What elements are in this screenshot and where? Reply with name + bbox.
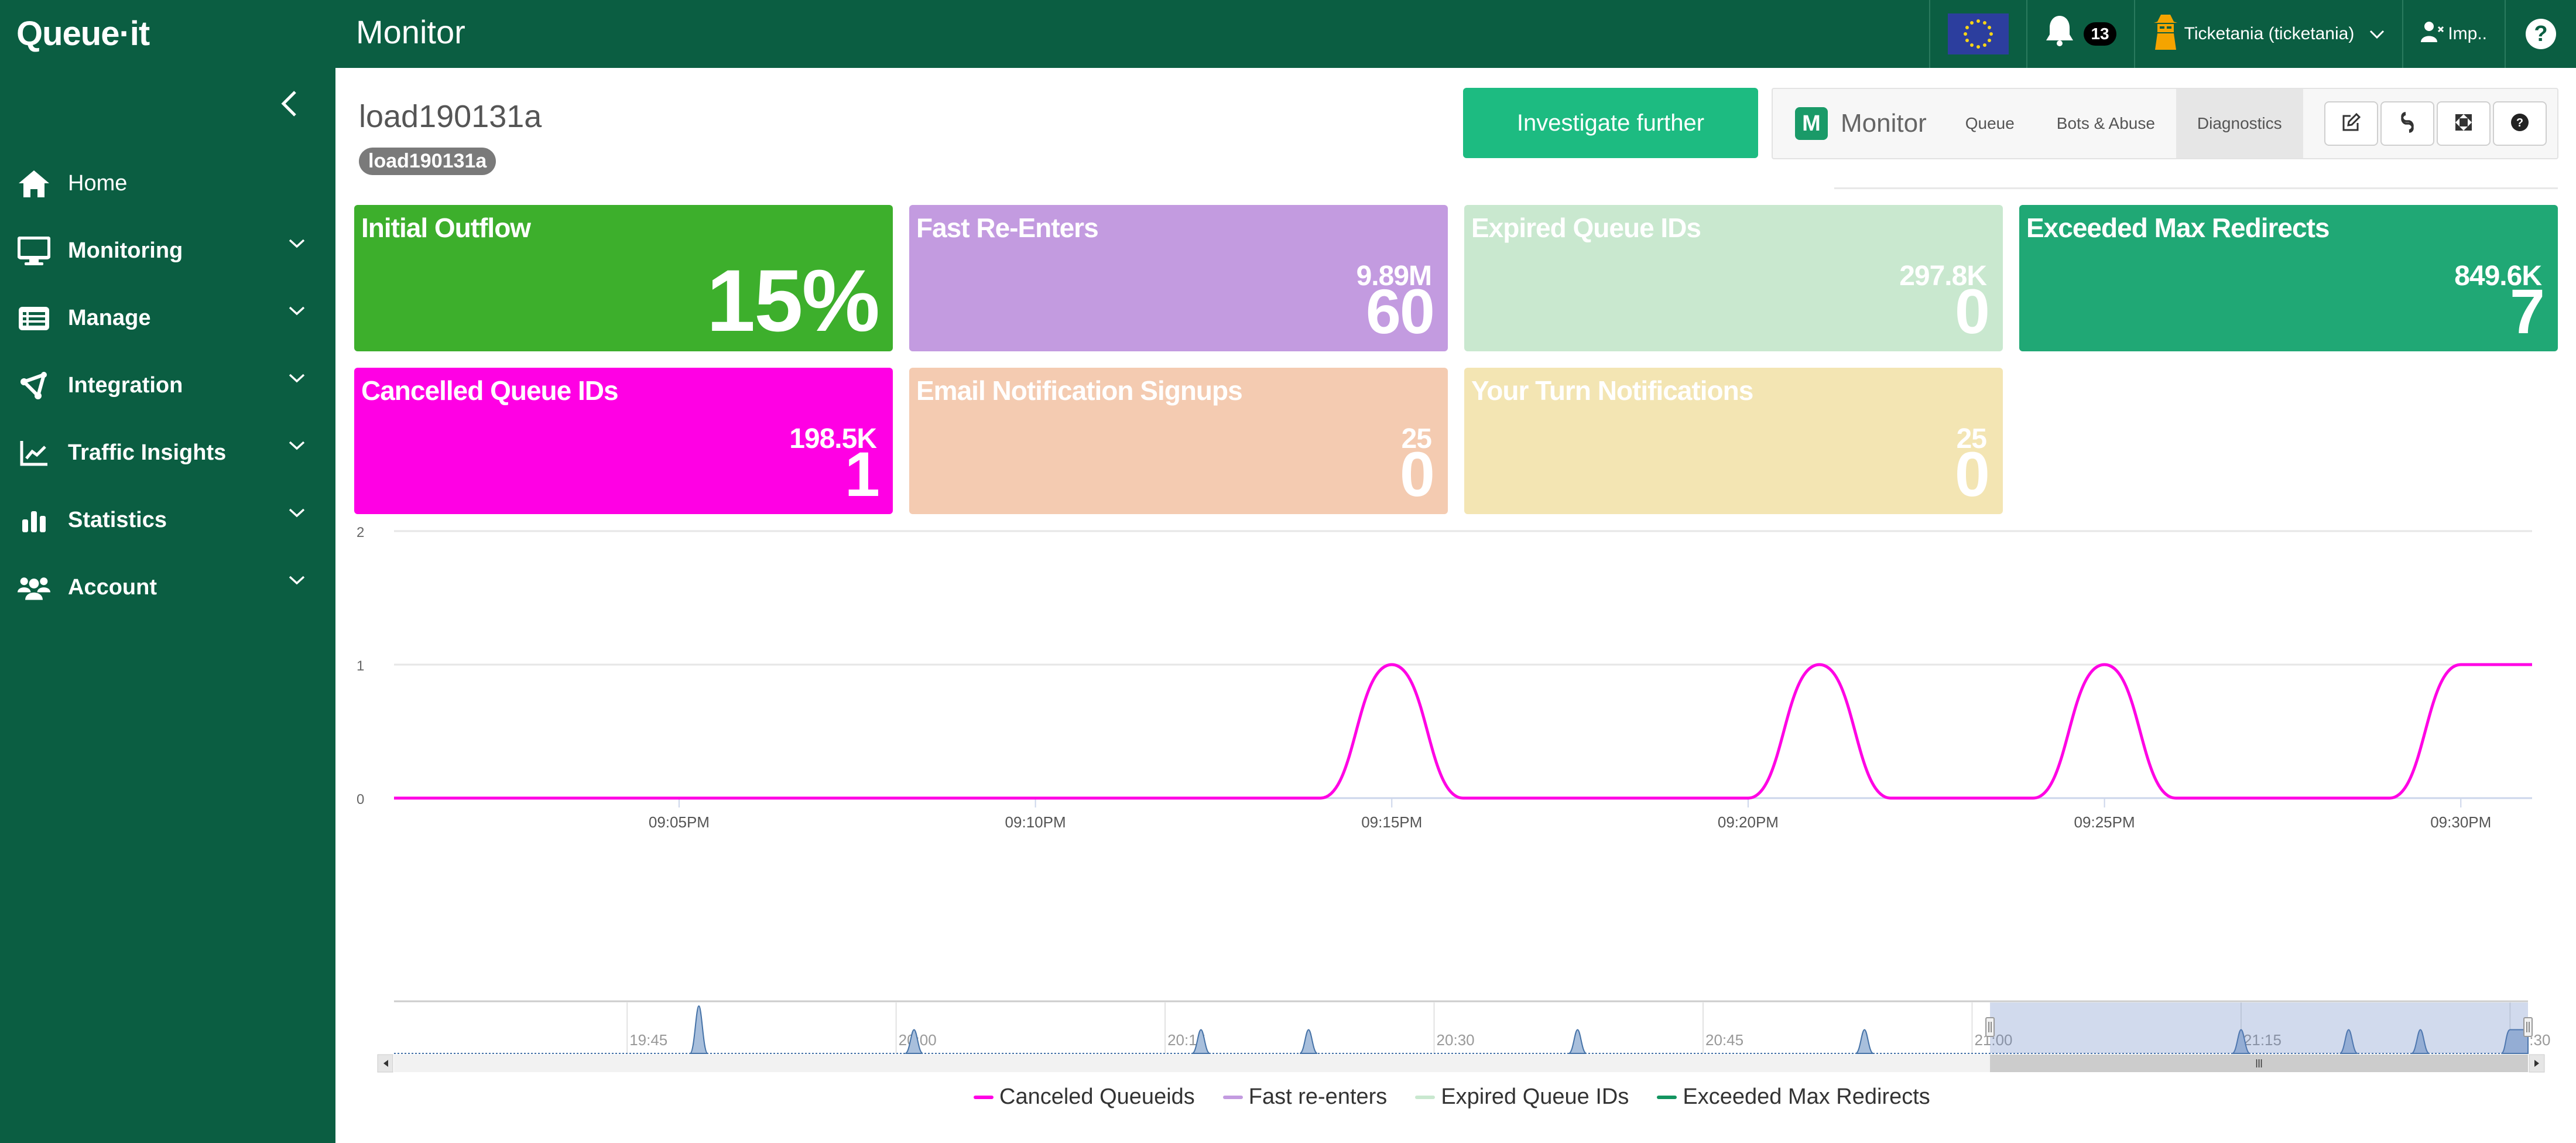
diagnostics-chart: 0 1 2 09:05PM 09:10PM 09:15PM 09:20PM 09:25PM 09… [357,525,2550,1073]
legend-item-fast-re-enters[interactable]: Fast re-enters [1222,1084,1388,1110]
notifications-count-badge: 13 [2084,22,2116,46]
notifications-button[interactable]: 13 [2026,0,2133,68]
sidebar-item-account[interactable]: Account [0,554,335,621]
navigator-peak [1299,1029,1318,1054]
sidebar-item-label: Traffic Insights [68,440,227,465]
list-icon [18,302,50,335]
navigator-tick-label: 19:45 [629,1031,667,1049]
sidebar-item-monitoring[interactable]: Monitoring [0,217,335,285]
x-tick-label: 09:20PM [1718,813,1779,831]
legend-item-expired-queue-ids[interactable]: Expired Queue IDs [1415,1084,1629,1110]
y-tick-label: 0 [357,792,364,807]
help-button[interactable]: ? [2505,0,2576,68]
sidebar-item-statistics[interactable]: Statistics [0,487,335,554]
eu-flag-icon [1948,13,2009,54]
x-tick-label: 09:05PM [649,813,710,831]
x-tick-label: 09:10PM [1005,813,1066,831]
legend-swatch [1415,1095,1436,1099]
spy-avatar-icon [2153,13,2178,54]
sidebar-item-home[interactable]: Home [0,150,335,217]
navigator-right-handle[interactable] [2523,1017,2533,1037]
legend-swatch [974,1095,994,1099]
monitor-icon [18,235,50,268]
bar-chart-icon [18,504,50,537]
navigator-tick-label: 20:45 [1705,1031,1743,1049]
sidebar-item-label: Statistics [68,508,167,532]
queue-it-logo[interactable]: Queue·it [16,14,150,53]
impersonate-label: Imp.. [2448,24,2487,43]
chevron-down-icon [2369,24,2385,44]
navigator-peak [1568,1029,1587,1054]
users-icon [18,572,50,604]
sidebar-item-label: Account [68,575,157,600]
sidebar: Home Monitoring Manage Integration Traff… [0,68,335,1143]
legend-label: Exceeded Max Redirects [1683,1084,1930,1109]
help-icon: ? [2526,19,2556,49]
chart-legend: Canceled Queueids Fast re-enters Expired… [974,1084,1958,1110]
legend-swatch [1657,1095,1677,1099]
navigator-tick-label: 20:30 [1437,1031,1475,1049]
account-switcher[interactable]: Ticketania (ticketania) [2133,0,2403,68]
navigator-peak [689,1005,708,1054]
x-tick-label: 09:25PM [2074,813,2135,831]
sidebar-item-label: Integration [68,373,183,398]
chevron-down-icon [289,373,305,386]
x-tick-label: 09:15PM [1361,813,1422,831]
navigator-peak [1855,1029,1874,1054]
legend-swatch [1222,1095,1243,1099]
sidebar-item-label: Monitoring [68,238,183,263]
sidebar-item-manage[interactable]: Manage [0,285,335,352]
x-tick-label: 09:30PM [2430,813,2491,831]
chevron-down-icon [289,440,305,454]
line-chart-icon [18,437,50,470]
user-x-icon [2421,21,2444,47]
collapse-sidebar-button[interactable] [280,85,297,126]
integration-icon [18,369,50,402]
chevron-down-icon [289,575,305,588]
chevron-down-icon [289,238,305,252]
sidebar-nav: Home Monitoring Manage Integration Traff… [0,150,335,621]
y-tick-label: 2 [357,525,364,540]
legend-label: Canceled Queueids [999,1084,1195,1109]
series-line-canceled-queueids [394,663,2532,800]
region-selector[interactable] [1929,0,2026,68]
sidebar-item-integration[interactable]: Integration [0,352,335,419]
top-bar: Queue·it Monitor 13 Ticketania (ticketan… [0,0,2576,68]
sidebar-item-traffic-insights[interactable]: Traffic Insights [0,419,335,487]
legend-label: Fast re-enters [1248,1084,1388,1109]
chevron-down-icon [289,508,305,521]
home-icon [18,167,50,200]
y-tick-label: 1 [357,658,364,674]
chevron-down-icon [289,306,305,319]
legend-item-canceled-queueids[interactable]: Canceled Queueids [974,1084,1195,1110]
impersonate-button[interactable]: Imp.. [2402,0,2505,68]
bell-icon [2045,15,2074,54]
sidebar-item-label: Manage [68,306,151,330]
account-label: Ticketania (ticketania) [2184,24,2355,43]
sidebar-item-label: Home [68,171,128,196]
legend-label: Expired Queue IDs [1441,1084,1629,1109]
main-content: load190131a load190131a Investigate furt… [335,68,2576,1143]
navigator-left-handle[interactable] [1985,1017,1995,1037]
app-title: Monitor [356,13,465,50]
top-bar-actions: 13 Ticketania (ticketania) Imp.. ? [1929,0,2576,68]
app-root: Queue·it Monitor 13 Ticketania (ticketan… [0,0,2576,1143]
legend-item-exceeded-max-redirects[interactable]: Exceeded Max Redirects [1657,1084,1930,1110]
navigator-selection [1990,1002,2528,1053]
